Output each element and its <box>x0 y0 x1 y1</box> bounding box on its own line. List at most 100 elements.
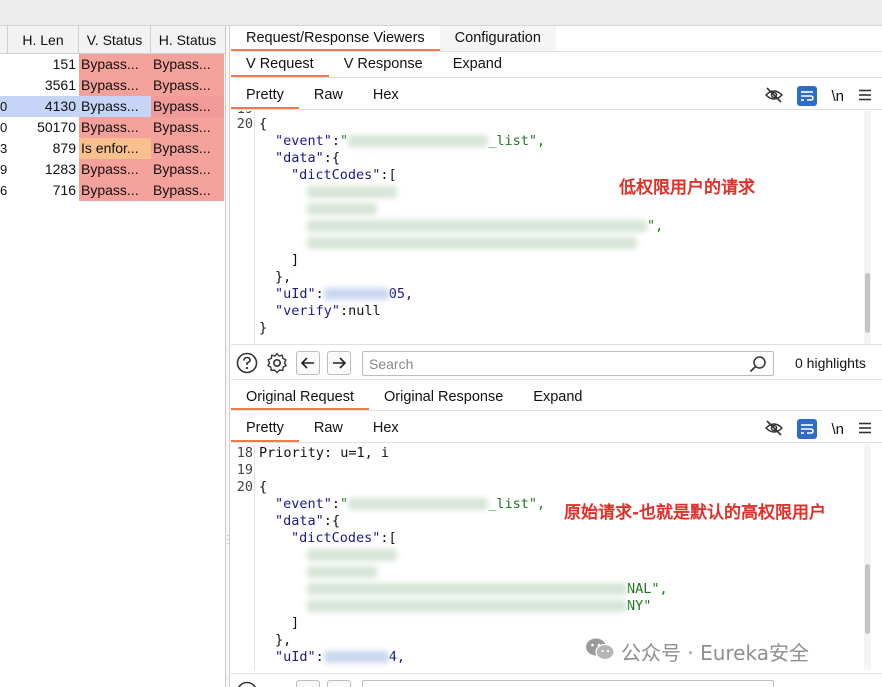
tab-v-request[interactable]: V Request <box>231 52 329 77</box>
cell-h-status: Bypass... <box>151 96 224 117</box>
original-help-icon[interactable] <box>235 680 259 687</box>
tab-original-response[interactable]: Original Response <box>369 385 518 410</box>
results-table: H. Len V. Status H. Status 151 Bypass... B… <box>0 26 226 687</box>
table-row[interactable]: 0 4130 Bypass... Bypass... <box>0 96 225 117</box>
row-id-edge <box>0 75 8 96</box>
original-word-wrap-icon[interactable] <box>797 419 818 439</box>
previous-match-button[interactable] <box>296 351 320 375</box>
code-line: Priority: u=1, i <box>259 445 390 461</box>
next-match-button[interactable] <box>327 351 351 375</box>
splitter-grip-icon[interactable]: · · · <box>226 531 230 548</box>
original-search-field[interactable] <box>362 680 774 687</box>
cell-v-status: Bypass... <box>79 117 151 138</box>
code-line-redacted <box>307 547 397 563</box>
window-titlebar <box>0 0 882 26</box>
cell-h-len: 151 <box>52 56 76 72</box>
watermark-text: 公众号 · Eureka安全 <box>621 641 809 665</box>
column-header-h-len[interactable]: H. Len <box>8 26 79 53</box>
original-toolbar: \n <box>765 415 872 443</box>
row-id-edge: 0 <box>0 120 8 135</box>
table-row[interactable]: 151 Bypass... Bypass... <box>0 54 225 75</box>
cell-h-status: Bypass... <box>151 54 224 75</box>
tab-expand[interactable]: Expand <box>438 52 517 77</box>
original-format-tabbar: Pretty Raw Hex \n <box>231 415 882 443</box>
word-wrap-icon[interactable] <box>797 86 818 106</box>
search-icon[interactable] <box>749 355 767 376</box>
code-line-redacted: NY" <box>307 598 651 614</box>
viewer-scroll-thumb[interactable] <box>865 273 870 333</box>
top-tabbar: Request/Response Viewers Configuration <box>231 26 882 52</box>
original-settings-gear-icon[interactable] <box>265 680 289 687</box>
cell-v-status: Bypass... <box>79 159 151 180</box>
code-line-redacted <box>307 201 377 217</box>
search-input[interactable] <box>363 352 743 375</box>
cell-v-status: Is enfor... <box>79 138 151 159</box>
cell-h-len: 1283 <box>44 161 76 177</box>
code-line: "event":" _list", <box>275 133 546 149</box>
cell-v-status: Bypass... <box>79 180 151 201</box>
highlights-count: 0 highlights <box>795 355 866 371</box>
settings-gear-icon[interactable] <box>265 351 289 375</box>
line-number: 18 <box>236 445 253 461</box>
original-scroll-thumb[interactable] <box>865 564 870 634</box>
code-line: "verify":null <box>275 303 381 319</box>
cell-h-status: Bypass... <box>151 159 224 180</box>
row-id-edge: 3 <box>0 141 8 156</box>
original-scrollbar[interactable] <box>864 444 871 670</box>
viewer-editor[interactable]: 19 20 { "event":"_list", "data":{ "dictC… <box>231 111 871 347</box>
newline-toggle[interactable]: \n <box>831 88 844 105</box>
cell-h-status: Bypass... <box>151 138 224 159</box>
table-row[interactable]: 3 879 Is enfor... Bypass... <box>0 138 225 159</box>
table-row[interactable]: 9 1283 Bypass... Bypass... <box>0 159 225 180</box>
tab-v-response[interactable]: V Response <box>329 52 438 77</box>
original-next-match-button[interactable] <box>327 680 351 687</box>
code-line: } <box>259 320 268 336</box>
viewer-tabbar: V Request V Response Expand <box>231 52 882 78</box>
row-id-edge: 0 <box>0 96 8 117</box>
code-line-redacted: NAL", <box>307 581 668 597</box>
tab-original-pretty[interactable]: Pretty <box>231 415 299 442</box>
code-line-redacted <box>307 184 397 200</box>
line-number: 20 <box>236 479 253 495</box>
wechat-logo-icon <box>585 637 615 666</box>
original-newline-toggle[interactable]: \n <box>831 421 844 438</box>
tab-raw[interactable]: Raw <box>299 82 358 109</box>
table-row[interactable]: 0 50170 Bypass... Bypass... <box>0 117 225 138</box>
viewer-panel: Request/Response Viewers Configuration V… <box>231 26 882 687</box>
help-icon[interactable] <box>235 351 259 375</box>
code-line: "data":{ <box>275 513 341 529</box>
tab-hex[interactable]: Hex <box>358 82 414 109</box>
hide-eye-icon[interactable] <box>765 86 784 106</box>
cell-v-status: Bypass... <box>79 96 151 117</box>
table-body: 151 Bypass... Bypass... 3561 Bypass... Bypass… <box>0 54 225 201</box>
cell-v-status: Bypass... <box>79 54 151 75</box>
tab-configuration[interactable]: Configuration <box>439 26 556 51</box>
table-row[interactable]: 3561 Bypass... Bypass... <box>0 75 225 96</box>
menu-icon[interactable] <box>858 88 872 104</box>
cell-h-len: 3561 <box>44 77 76 93</box>
column-header-h-status[interactable]: H. Status <box>151 26 224 53</box>
code-line: "data":{ <box>275 150 341 166</box>
watermark: 公众号 · Eureka安全 <box>585 637 809 666</box>
original-menu-icon[interactable] <box>858 421 872 437</box>
cell-h-len: 716 <box>52 182 76 198</box>
column-header-v-status[interactable]: V. Status <box>79 26 151 53</box>
tab-original-raw[interactable]: Raw <box>299 415 358 442</box>
cell-v-status: Bypass... <box>79 75 151 96</box>
table-row[interactable]: 6 716 Bypass... Bypass... <box>0 180 225 201</box>
cell-h-len: 50170 <box>37 119 76 135</box>
tab-original-expand[interactable]: Expand <box>518 385 597 410</box>
tab-pretty[interactable]: Pretty <box>231 82 299 109</box>
vertical-splitter[interactable] <box>226 26 230 687</box>
row-id-edge <box>0 54 8 75</box>
original-previous-match-button[interactable] <box>296 680 320 687</box>
cell-h-status: Bypass... <box>151 75 224 96</box>
tab-request-response-viewers[interactable]: Request/Response Viewers <box>231 26 440 51</box>
original-hide-eye-icon[interactable] <box>765 419 784 439</box>
tab-original-request[interactable]: Original Request <box>231 385 369 410</box>
row-id-edge: 9 <box>0 162 8 177</box>
search-bar: 0 highlights <box>231 344 882 380</box>
tab-original-hex[interactable]: Hex <box>358 415 414 442</box>
viewer-toolbar: \n <box>765 82 872 110</box>
code-line: "event":" _list", <box>275 496 546 512</box>
